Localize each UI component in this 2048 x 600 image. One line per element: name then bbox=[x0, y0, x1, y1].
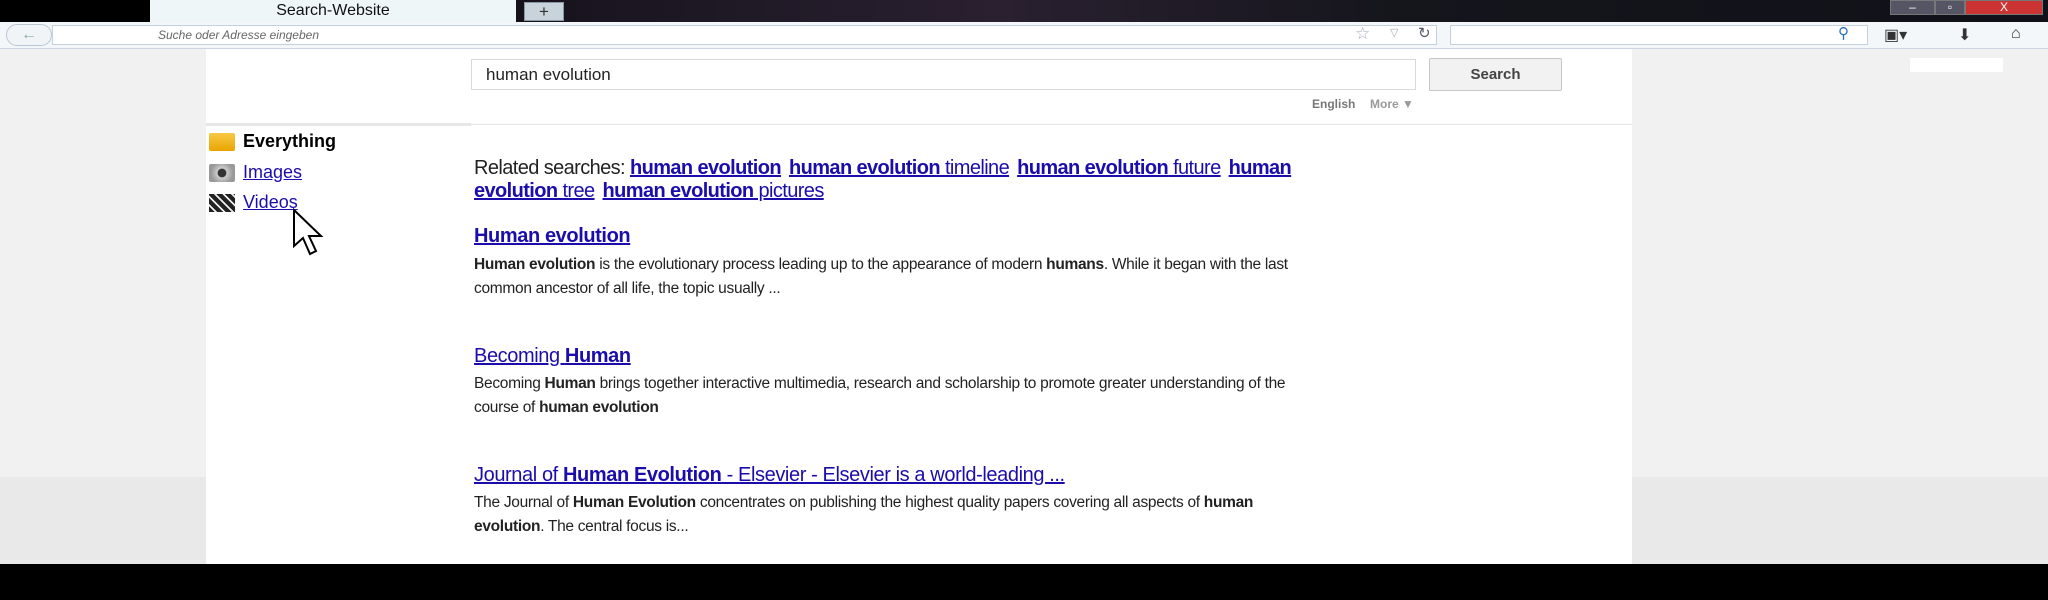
tab-search-website[interactable]: Search-Website bbox=[150, 0, 516, 22]
close-window-button[interactable]: X bbox=[1965, 0, 2043, 15]
search-button[interactable]: Search bbox=[1429, 58, 1562, 91]
result-snippet: Becoming Human brings together interacti… bbox=[474, 375, 1286, 416]
sidebar-item-label[interactable]: Images bbox=[243, 162, 302, 183]
result-title-link[interactable]: Human evolution bbox=[474, 225, 631, 248]
web-search-input[interactable] bbox=[1450, 25, 1868, 45]
sidebar-item-videos[interactable]: Videos bbox=[209, 192, 298, 213]
related-link[interactable]: human evolution pictures bbox=[603, 180, 825, 202]
result-snippet: Human evolution is the evolutionary proc… bbox=[474, 256, 1288, 297]
sidebar-item-label: Everything bbox=[243, 131, 337, 151]
sidebar-item-images[interactable]: Images bbox=[209, 162, 302, 183]
bookmark-star-icon[interactable]: ☆ bbox=[1355, 24, 1370, 44]
back-arrow-icon: ← bbox=[21, 26, 37, 43]
related-link[interactable]: human evolution bbox=[630, 157, 782, 179]
language-link[interactable]: English bbox=[1312, 97, 1355, 111]
home-icon[interactable]: ⌂ bbox=[2011, 25, 2021, 43]
related-searches: Related searches: human evolution human e… bbox=[474, 157, 1294, 203]
reload-icon[interactable]: ↻ bbox=[1418, 24, 1431, 42]
result-title-link[interactable]: Journal of Human Evolution - Elsevier - … bbox=[474, 464, 1065, 487]
mouse-cursor-icon bbox=[293, 208, 324, 256]
result-snippet: The Journal of Human Evolution concentra… bbox=[474, 494, 1254, 535]
new-tab-button[interactable]: + bbox=[524, 2, 564, 21]
folder-icon bbox=[209, 132, 235, 151]
history-dropdown-icon[interactable]: ▽ bbox=[1390, 26, 1398, 39]
more-dropdown[interactable]: More ▼ bbox=[1370, 97, 1414, 111]
result-title-link[interactable]: Becoming Human bbox=[474, 345, 631, 368]
download-icon[interactable]: ⬇ bbox=[1958, 25, 1971, 45]
sidebar-item-label[interactable]: Videos bbox=[243, 192, 298, 213]
blank-box bbox=[1910, 58, 2003, 72]
clapperboard-icon bbox=[209, 193, 235, 212]
bookmarks-menu-icon[interactable]: ▣▾ bbox=[1884, 25, 1907, 45]
search-input[interactable]: human evolution bbox=[471, 59, 1416, 90]
search-magnifier-icon[interactable]: ⚲ bbox=[1838, 24, 1849, 42]
taskbar bbox=[0, 564, 2048, 600]
back-button[interactable]: ← bbox=[6, 24, 52, 46]
divider bbox=[206, 124, 1632, 125]
related-link[interactable]: human evolution timeline bbox=[789, 157, 1010, 179]
url-bar[interactable]: Suche oder Adresse eingeben bbox=[52, 25, 1437, 45]
sidebar-item-everything[interactable]: Everything bbox=[209, 131, 336, 152]
camera-icon bbox=[209, 163, 235, 182]
related-label: Related searches: bbox=[474, 157, 626, 179]
related-link[interactable]: human evolution future bbox=[1017, 157, 1221, 179]
minimize-button[interactable]: – bbox=[1890, 0, 1935, 15]
restore-button[interactable]: ▫ bbox=[1935, 0, 1965, 15]
